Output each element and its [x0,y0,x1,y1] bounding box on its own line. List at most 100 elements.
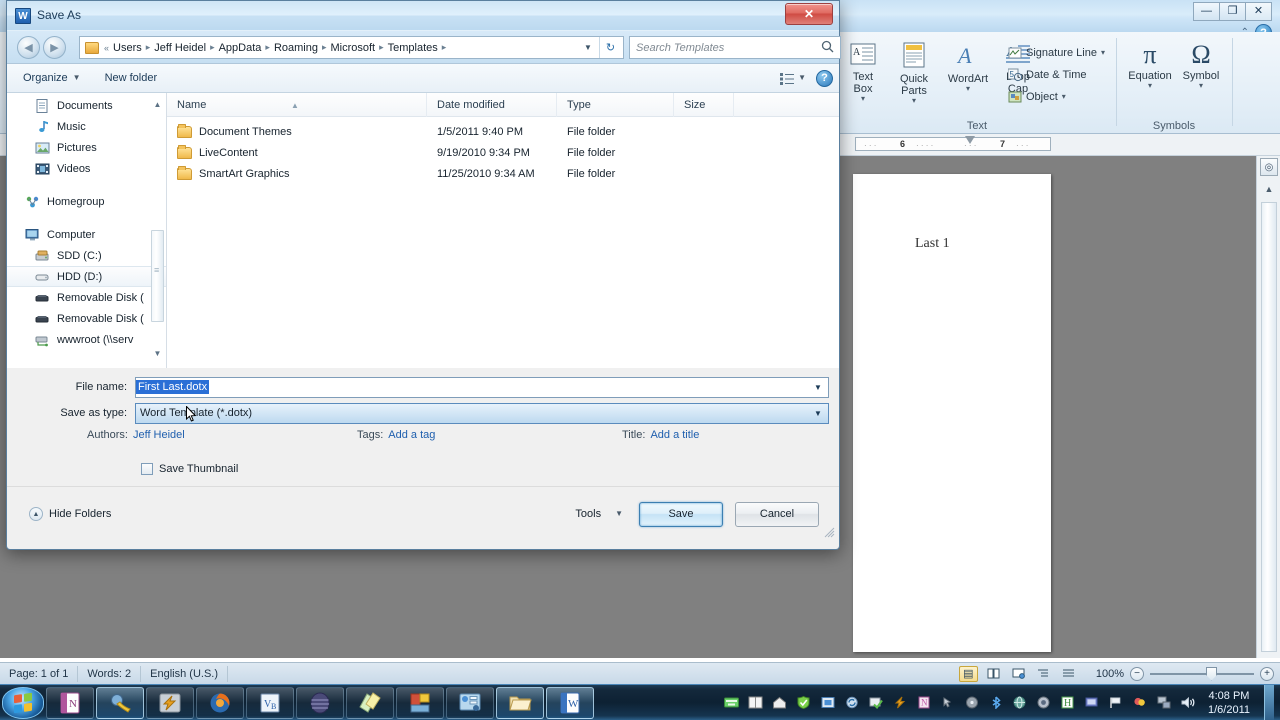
sidebar-item-pictures[interactable]: Pictures [7,137,166,158]
breadcrumb-overflow[interactable]: « [103,43,110,53]
dialog-title-bar[interactable]: W Save As ✕ [7,1,839,31]
tray-keyboard-icon[interactable] [724,695,740,711]
tray-dropbox-icon[interactable] [868,695,884,711]
tray-globe-icon[interactable] [1012,695,1028,711]
status-page[interactable]: Page: 1 of 1 [0,666,78,682]
close-button[interactable]: ✕ [1245,2,1272,21]
sidebar-item-hdd-d[interactable]: HDD (D:) [7,266,166,287]
select-browse-object-icon[interactable]: ◎ [1260,158,1278,176]
zoom-in-button[interactable]: + [1260,667,1274,681]
sidebar-item-removable-disk-1[interactable]: Removable Disk ( [7,287,166,308]
authors-value[interactable]: Jeff Heidel [133,429,185,441]
taskbar-firefox-button[interactable] [196,687,244,719]
chevron-down-icon[interactable]: ▾ [1148,82,1152,90]
column-header-name[interactable]: Name ▲ [167,93,427,117]
equation-button[interactable]: π Equation ▾ [1124,42,1176,90]
search-box[interactable]: Search Templates [629,36,841,59]
zoom-level-label[interactable]: 100% [1096,668,1124,680]
zoom-slider-handle[interactable] [1206,667,1217,681]
chevron-down-icon[interactable]: ▾ [966,85,970,93]
breadcrumb-users[interactable]: Users [110,42,145,54]
breadcrumb-templates[interactable]: Templates [385,42,441,54]
quick-parts-button[interactable]: Quick Parts ▾ [889,42,939,105]
tray-media-icon[interactable] [1036,695,1052,711]
search-input[interactable]: Search Templates [636,42,821,54]
breadcrumb-microsoft[interactable]: Microsoft [328,42,379,54]
status-words[interactable]: Words: 2 [78,666,141,682]
title-value[interactable]: Add a title [650,429,699,441]
taskbar-app-red-button[interactable] [396,687,444,719]
document-page[interactable]: Last 1 [853,174,1051,652]
tray-mouse-icon[interactable] [940,695,956,711]
title-field[interactable]: Title: Add a title [622,429,699,441]
tray-balloons-icon[interactable] [1132,695,1148,711]
column-header-type[interactable]: Type [557,93,674,117]
tray-logitech-icon[interactable] [820,695,836,711]
back-button[interactable]: ◀ [17,36,40,59]
sidebar-item-computer[interactable]: Computer [7,224,166,245]
start-button[interactable] [2,687,44,719]
chevron-down-icon[interactable]: ▾ [861,95,865,103]
chevron-down-icon[interactable]: ▾ [1101,49,1105,57]
tray-home-icon[interactable] [772,695,788,711]
taskbar-onenote-button[interactable]: N [46,687,94,719]
tray-onenote-icon[interactable]: N [916,695,932,711]
nav-scroll-down-button[interactable]: ▼ [151,346,164,360]
organize-button[interactable]: Organize ▼ [15,67,89,89]
tray-monitor-icon[interactable] [1084,695,1100,711]
taskbar-app-purple-button[interactable] [296,687,344,719]
zoom-slider[interactable] [1150,667,1254,681]
taskbar-explorer-button[interactable] [496,687,544,719]
breadcrumb-jeff-heidel[interactable]: Jeff Heidel [151,42,209,54]
dialog-help-button[interactable]: ? [816,70,833,87]
chevron-down-icon[interactable]: ▾ [1062,93,1066,101]
tools-button[interactable]: Tools ▼ [571,508,627,520]
save-button[interactable]: Save [639,502,723,527]
sidebar-item-videos[interactable]: Videos [7,158,166,179]
print-layout-view-button[interactable]: ▤ [959,666,978,682]
resize-grip[interactable] [824,527,836,539]
chevron-right-icon[interactable]: ▸ [441,42,448,53]
chevron-down-icon[interactable]: ▼ [810,404,826,423]
taskbar-sticky-notes-button[interactable] [346,687,394,719]
ruler-indent-marker[interactable] [965,136,975,144]
forward-button[interactable]: ▶ [43,36,66,59]
save-thumbnail-checkbox[interactable] [141,463,153,475]
tray-book-icon[interactable] [748,695,764,711]
tags-field[interactable]: Tags: Add a tag [357,429,435,441]
file-name-input[interactable]: First Last.dotx ▼ [135,377,829,398]
tray-winamp-icon[interactable] [892,695,908,711]
scroll-up-arrow-icon[interactable]: ▲ [1261,182,1277,196]
breadcrumb-roaming[interactable]: Roaming [271,42,321,54]
address-dropdown-button[interactable]: ▼ [579,37,597,58]
status-language[interactable]: English (U.S.) [141,666,228,682]
taskbar-control-panel-button[interactable] [446,687,494,719]
full-screen-reading-view-button[interactable] [984,666,1003,682]
chevron-down-icon[interactable]: ▼ [810,378,826,397]
taskbar-word-button[interactable]: W [546,687,594,719]
file-row[interactable]: Document Themes 1/5/2011 9:40 PM File fo… [167,121,839,142]
sidebar-item-removable-disk-2[interactable]: Removable Disk ( [7,308,166,329]
refresh-icon[interactable]: ↻ [599,37,621,58]
horizontal-ruler[interactable]: · · · 6 · · · · · · · 7 · · · [855,137,1051,151]
text-box-button[interactable]: A Text Box ▾ [840,42,886,103]
tray-h-icon[interactable]: H [1060,695,1076,711]
save-as-type-dropdown[interactable]: Word Template (*.dotx) ▼ [135,403,829,424]
draft-view-button[interactable] [1059,666,1078,682]
signature-line-button[interactable]: Signature Line ▾ [1008,46,1105,60]
symbol-button[interactable]: Ω Symbol ▾ [1176,42,1226,90]
zoom-out-button[interactable]: − [1130,667,1144,681]
breadcrumb-appdata[interactable]: AppData [216,42,265,54]
vertical-scrollbar[interactable] [1261,202,1277,652]
tray-bluetooth-icon[interactable] [988,695,1004,711]
wordart-button[interactable]: A WordArt ▾ [942,42,994,93]
taskbar-clock[interactable]: 4:08 PM 1/6/2011 [1204,689,1256,717]
tray-network-icon[interactable] [1156,695,1172,711]
tray-disc-icon[interactable] [964,695,980,711]
object-button[interactable]: Object ▾ [1008,90,1066,104]
authors-field[interactable]: Authors: Jeff Heidel [87,429,185,441]
dialog-close-button[interactable]: ✕ [785,3,833,25]
sidebar-item-documents[interactable]: Documents [7,95,166,116]
cancel-button[interactable]: Cancel [735,502,819,527]
column-header-size[interactable]: Size [674,93,734,117]
